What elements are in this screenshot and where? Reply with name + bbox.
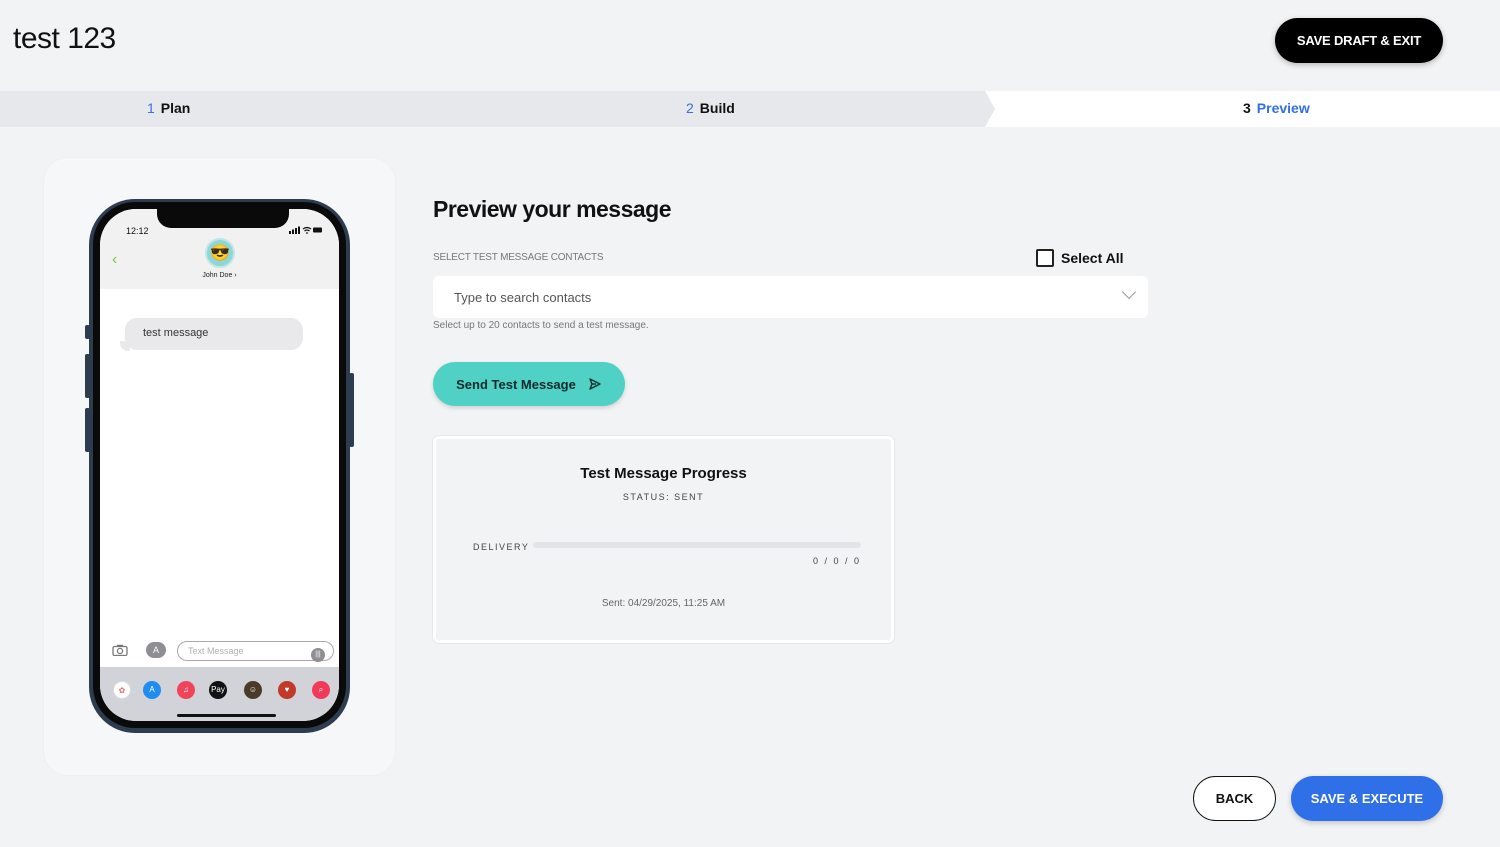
helper-text: Select up to 20 contacts to send a test … [433,320,649,331]
contact-name: John Doe › [202,272,237,279]
delivery-counts: 0 / 0 / 0 [812,556,861,566]
text-message-placeholder: Text Message [188,646,244,656]
select-all-label: Select All [1061,250,1124,266]
apple-pay-icon: Pay [209,681,227,699]
select-all-checkbox[interactable]: Select All [1036,249,1124,267]
sent-timestamp: Sent: 04/29/2025, 11:25 AM [601,598,726,609]
page-title: test 123 [13,22,116,55]
phone-bezel: 12:12 ‹ 😎 John Doe › test message A Text [93,202,346,728]
status-bar-icons [289,226,323,236]
test-message-progress-card: Test Message Progress STATUS: SENT DELIV… [433,436,894,643]
camera-icon [112,644,128,659]
app-store-icon: A [143,681,161,699]
signal-wifi-battery-icon [289,226,322,234]
search-placeholder: Type to search contacts [454,290,592,305]
contact-search-input[interactable]: Type to search contacts [433,276,1148,318]
search-images-icon: ⌕ [312,681,330,699]
step-plan[interactable]: 1 Plan [147,100,190,116]
save-execute-button[interactable]: SAVE & EXECUTE [1291,776,1443,821]
avatar: 😎 [205,238,235,268]
checkbox-box[interactable] [1036,249,1054,267]
audio-icon: ||| [311,648,325,662]
home-indicator [177,714,276,717]
step-build[interactable]: 2 Build [686,100,735,116]
phone-mockup: 12:12 ‹ 😎 John Doe › test message A Text [89,199,350,733]
back-button[interactable]: BACK [1193,776,1276,821]
memoji-icon: ☺ [244,681,262,699]
step-number: 2 [686,100,694,116]
chevron-down-icon[interactable] [1121,284,1137,300]
delivery-progress-bar [533,542,861,548]
stickers-icon: ♥ [278,681,296,699]
app-tray: ✿ A ♫ Pay ☺ ♥ ⌕ [100,667,339,721]
contact-name-text: John Doe [202,272,233,279]
preview-heading: Preview your message [433,196,672,222]
phone-screen: 12:12 ‹ 😎 John Doe › test message A Text [100,209,339,721]
save-draft-exit-button[interactable]: SAVE DRAFT & EXIT [1275,18,1443,63]
text-message-input: Text Message ||| [177,641,334,662]
progress-title: Test Message Progress [580,465,747,482]
app-store-icon: A [146,642,166,658]
step-preview[interactable]: 3 Preview [1243,100,1310,116]
status-badge: STATUS: SENT [622,492,705,502]
music-icon: ♫ [177,681,195,699]
contacts-field-label: SELECT TEST MESSAGE CONTACTS [433,252,604,263]
send-icon [589,378,601,390]
photos-icon: ✿ [113,681,131,699]
send-test-message-button[interactable]: Send Test Message [433,362,625,406]
step-label: Preview [1256,100,1310,116]
send-test-message-label: Send Test Message [456,376,576,392]
step-number: 3 [1243,100,1251,116]
message-bubble: test message [125,318,303,350]
compose-bar: A Text Message ||| [100,637,339,667]
status-bar-time: 12:12 [126,226,149,236]
step-label: Build [699,100,735,116]
stepper: 1 Plan 2 Build 3 Preview [0,91,1500,127]
chevron-left-icon[interactable]: ‹ [112,251,117,269]
step-number: 1 [147,100,155,116]
phone-notch [157,209,289,228]
delivery-label: DELIVERY [473,542,530,552]
step-label: Plan [160,100,191,116]
